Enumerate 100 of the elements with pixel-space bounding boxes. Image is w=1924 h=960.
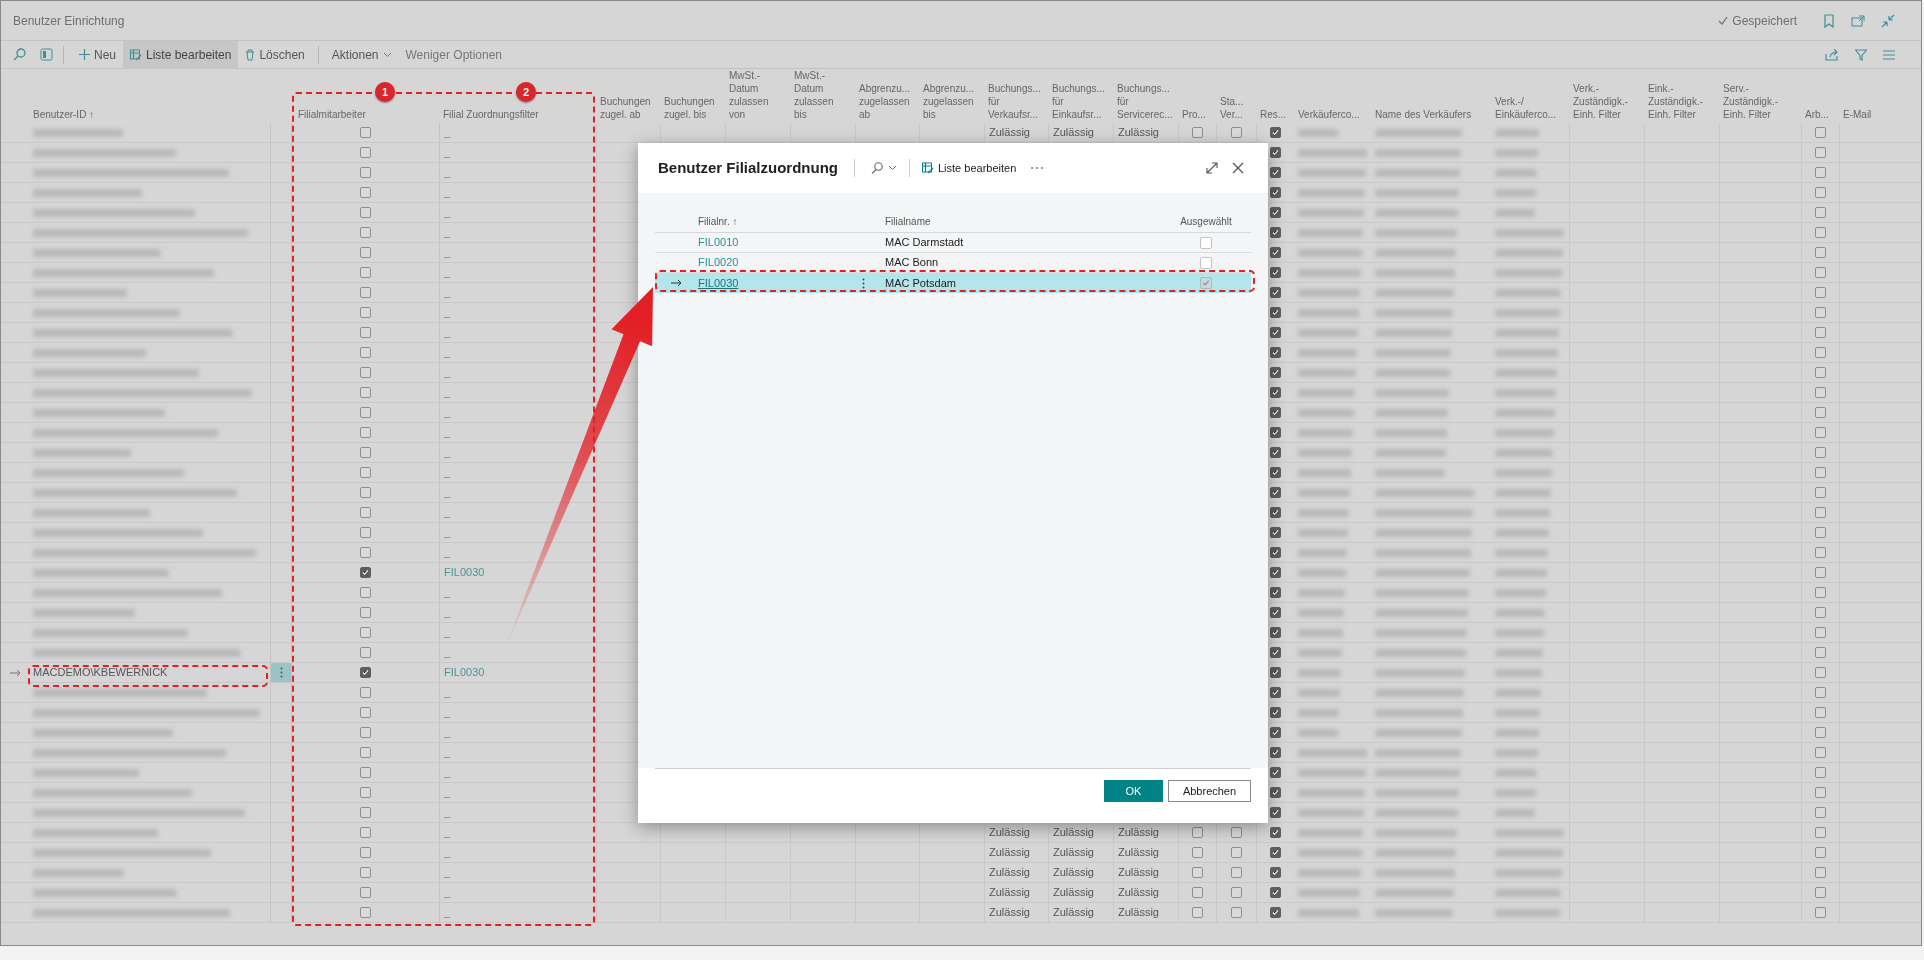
checkbox[interactable] bbox=[360, 647, 371, 658]
link-text[interactable]: _ bbox=[444, 304, 451, 321]
link-text[interactable]: _ bbox=[444, 684, 451, 701]
column-header[interactable]: Filialmitarbeiter bbox=[291, 108, 439, 121]
checkbox[interactable] bbox=[1815, 667, 1826, 678]
link-text[interactable]: _ bbox=[444, 584, 451, 601]
checkbox[interactable] bbox=[1270, 787, 1281, 798]
column-header[interactable]: Buchungs... für Einkaufsr... bbox=[1048, 82, 1113, 121]
column-header[interactable]: Verk.-/ Einkäuferco... bbox=[1491, 95, 1569, 121]
link-text[interactable]: _ bbox=[444, 604, 451, 621]
column-header[interactable]: Sta... Ver... bbox=[1216, 95, 1256, 121]
checkbox[interactable] bbox=[1270, 247, 1281, 258]
column-header[interactable]: MwSt.- Datum zulassen bis bbox=[790, 69, 855, 121]
checkbox[interactable] bbox=[1815, 747, 1826, 758]
checkbox[interactable] bbox=[360, 187, 371, 198]
checkbox[interactable] bbox=[1815, 307, 1826, 318]
checkbox[interactable] bbox=[1270, 707, 1281, 718]
checkbox[interactable] bbox=[1815, 187, 1826, 198]
checkbox[interactable] bbox=[1815, 227, 1826, 238]
checkbox[interactable] bbox=[1815, 707, 1826, 718]
link-text[interactable]: FIL0010 bbox=[698, 234, 739, 251]
link-text[interactable]: _ bbox=[444, 244, 451, 261]
checkbox[interactable] bbox=[1231, 127, 1242, 138]
collapse-icon[interactable] bbox=[1881, 13, 1895, 28]
checkbox[interactable] bbox=[1192, 907, 1203, 918]
checkbox[interactable] bbox=[1815, 867, 1826, 878]
checkbox[interactable] bbox=[1270, 847, 1281, 858]
column-header[interactable]: Buchungs... für Verkaufsr... bbox=[984, 82, 1048, 121]
checkbox[interactable] bbox=[360, 767, 371, 778]
checkbox[interactable] bbox=[1270, 887, 1281, 898]
checkbox[interactable] bbox=[1270, 467, 1281, 478]
link-text[interactable]: _ bbox=[444, 264, 451, 281]
row-menu-icon[interactable] bbox=[861, 277, 865, 289]
checkbox[interactable] bbox=[1270, 567, 1281, 578]
checkbox[interactable] bbox=[1192, 827, 1203, 838]
checkbox[interactable] bbox=[360, 247, 371, 258]
checkbox[interactable] bbox=[360, 147, 371, 158]
filter-icon[interactable] bbox=[1855, 48, 1867, 61]
checkbox[interactable] bbox=[1815, 467, 1826, 478]
column-header[interactable]: Pro... bbox=[1178, 108, 1216, 121]
checkbox[interactable] bbox=[360, 427, 371, 438]
checkbox[interactable] bbox=[1815, 787, 1826, 798]
checkbox[interactable] bbox=[1815, 167, 1826, 178]
toolbar-button[interactable]: Weniger Optionen bbox=[398, 40, 509, 69]
checkbox[interactable] bbox=[360, 807, 371, 818]
link-text[interactable]: _ bbox=[444, 404, 451, 421]
checkbox[interactable] bbox=[360, 167, 371, 178]
layout-icon[interactable] bbox=[40, 48, 53, 61]
link-text[interactable]: _ bbox=[444, 484, 451, 501]
checkbox[interactable] bbox=[1815, 847, 1826, 858]
checkbox[interactable] bbox=[360, 667, 371, 678]
bookmark-icon[interactable] bbox=[1823, 13, 1835, 28]
column-header[interactable]: Arb... bbox=[1801, 108, 1839, 121]
checkbox[interactable] bbox=[1192, 127, 1203, 138]
checkbox[interactable] bbox=[1270, 407, 1281, 418]
column-header[interactable]: Filialnr. ↑ bbox=[698, 214, 848, 229]
checkbox[interactable] bbox=[360, 907, 371, 918]
link-text[interactable]: FIL0030 bbox=[698, 274, 739, 292]
link-text[interactable]: _ bbox=[444, 184, 451, 201]
checkbox[interactable] bbox=[1270, 327, 1281, 338]
checkbox[interactable] bbox=[1270, 827, 1281, 838]
cancel-button[interactable]: Abbrechen bbox=[1168, 780, 1251, 802]
checkbox[interactable] bbox=[1270, 387, 1281, 398]
column-header[interactable]: Eink.- Zuständigk.- Einh. Filter bbox=[1644, 82, 1719, 121]
checkbox[interactable] bbox=[1270, 427, 1281, 438]
column-header[interactable]: Serv.- Zuständigk.- Einh. Filter bbox=[1719, 82, 1801, 121]
link-text[interactable]: _ bbox=[444, 444, 451, 461]
checkbox[interactable] bbox=[1815, 627, 1826, 638]
column-header[interactable]: Buchungen zugel. ab bbox=[596, 95, 660, 121]
checkbox[interactable] bbox=[360, 627, 371, 638]
checkbox[interactable] bbox=[1815, 767, 1826, 778]
link-text[interactable]: _ bbox=[444, 784, 451, 801]
toolbar-button[interactable]: Liste bearbeiten bbox=[123, 40, 239, 69]
checkbox[interactable] bbox=[1231, 887, 1242, 898]
link-text[interactable]: FIL0030 bbox=[444, 564, 485, 581]
column-header[interactable]: Buchungen zugel. bis bbox=[660, 95, 725, 121]
column-header[interactable]: MwSt.- Datum zulassen von bbox=[725, 69, 790, 121]
checkbox[interactable] bbox=[1270, 627, 1281, 638]
link-text[interactable]: _ bbox=[444, 364, 451, 381]
link-text[interactable]: FIL0020 bbox=[698, 254, 739, 271]
column-header[interactable]: Abgrenzu... zugelassen ab bbox=[855, 82, 919, 121]
column-header[interactable]: E-Mail bbox=[1839, 108, 1881, 121]
checkbox[interactable] bbox=[1270, 187, 1281, 198]
list-row[interactable]: FIL0010 MAC Darmstadt bbox=[655, 233, 1251, 253]
link-text[interactable]: _ bbox=[444, 884, 451, 901]
checkbox[interactable] bbox=[1192, 887, 1203, 898]
toolbar-button[interactable]: Löschen bbox=[238, 40, 312, 69]
checkbox[interactable] bbox=[360, 347, 371, 358]
checkbox[interactable] bbox=[360, 287, 371, 298]
link-text[interactable]: _ bbox=[444, 124, 451, 141]
ok-button[interactable]: OK bbox=[1104, 780, 1163, 802]
checkbox[interactable] bbox=[1815, 807, 1826, 818]
checkbox[interactable] bbox=[1270, 687, 1281, 698]
link-text[interactable]: _ bbox=[444, 904, 451, 921]
toolbar-button[interactable]: Liste bearbeiten bbox=[922, 159, 1017, 177]
checkbox[interactable] bbox=[360, 307, 371, 318]
link-text[interactable]: _ bbox=[444, 744, 451, 761]
checkbox[interactable] bbox=[1815, 207, 1826, 218]
link-text[interactable]: _ bbox=[444, 724, 451, 741]
link-text[interactable]: FIL0030 bbox=[444, 664, 485, 681]
